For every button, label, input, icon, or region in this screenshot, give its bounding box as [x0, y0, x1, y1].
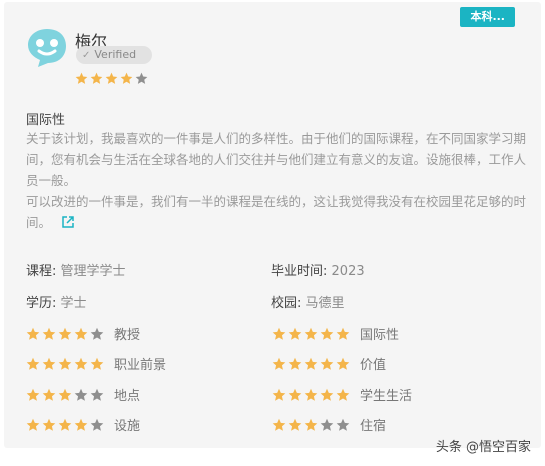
course-label: 课程:: [26, 264, 57, 279]
campus-detail: 校园: 马德里: [271, 292, 345, 311]
rating-student-life: 学生生活: [272, 385, 412, 404]
star-filled-icon: [304, 388, 318, 401]
star-filled-icon: [74, 357, 88, 370]
star-filled-icon: [288, 388, 302, 401]
star-filled-icon: [336, 357, 350, 370]
star-filled-icon: [320, 327, 334, 340]
star-filled-icon: [90, 72, 103, 84]
star-filled-icon: [320, 388, 334, 401]
course-detail: 课程: 管理学学士: [26, 260, 126, 279]
review-paragraph-2: 可以改进的一件事是，我们有一半的课程是在线的，这让我觉得我没有在校园里花足够的时…: [26, 191, 526, 233]
star-filled-icon: [26, 418, 40, 431]
avatar-icon: [26, 26, 68, 68]
review-title: 国际性: [26, 113, 66, 128]
star-filled-icon: [272, 357, 286, 370]
graduation-detail: 毕业时间: 2023: [271, 260, 365, 279]
star-filled-icon: [74, 418, 88, 431]
rating-label: 教授: [114, 328, 141, 343]
rating-facilities: 设施: [26, 415, 140, 434]
star-filled-icon: [75, 72, 88, 84]
star-filled-icon: [272, 327, 286, 340]
review-card: 本科... 梅尔 ✓ Verified 国际性 关于该计划，我最喜欢的一件事是人们…: [4, 2, 541, 448]
rating-label: 地点: [114, 389, 141, 404]
rating-stars: [272, 418, 350, 432]
degree-value: 学士: [60, 296, 87, 311]
verified-label: Verified: [94, 48, 137, 61]
star-filled-icon: [304, 418, 318, 431]
rating-accommodation: 住宿: [272, 415, 386, 434]
star-filled-icon: [42, 357, 56, 370]
rating-professors: 教授: [26, 324, 140, 343]
star-filled-icon: [42, 418, 56, 431]
star-empty-icon: [90, 327, 104, 340]
degree-detail: 学历: 学士: [26, 292, 87, 311]
rating-stars: [272, 388, 350, 402]
star-filled-icon: [120, 72, 133, 84]
external-link-icon[interactable]: [61, 215, 75, 229]
star-filled-icon: [105, 72, 118, 84]
star-filled-icon: [58, 388, 72, 401]
star-filled-icon: [336, 327, 350, 340]
rating-label: 国际性: [360, 328, 400, 343]
star-filled-icon: [304, 327, 318, 340]
star-filled-icon: [288, 357, 302, 370]
rating-label: 住宿: [360, 419, 387, 434]
star-empty-icon: [135, 72, 148, 84]
rating-stars: [26, 357, 104, 371]
watermark: 头条 @悟空百家: [435, 440, 531, 455]
star-filled-icon: [42, 327, 56, 340]
overall-rating-stars: [75, 72, 148, 85]
star-filled-icon: [58, 418, 72, 431]
star-empty-icon: [320, 418, 334, 431]
rating-stars: [26, 327, 104, 341]
star-empty-icon: [336, 418, 350, 431]
star-filled-icon: [288, 327, 302, 340]
star-filled-icon: [272, 418, 286, 431]
star-empty-icon: [90, 418, 104, 431]
graduation-value: 2023: [331, 264, 365, 279]
star-filled-icon: [42, 388, 56, 401]
star-filled-icon: [58, 327, 72, 340]
star-empty-icon: [74, 388, 88, 401]
check-icon: ✓: [82, 50, 91, 61]
star-filled-icon: [26, 327, 40, 340]
campus-value: 马德里: [305, 296, 345, 311]
rating-stars: [272, 327, 350, 341]
rating-value: 价值: [272, 354, 386, 373]
campus-label: 校园:: [271, 296, 302, 311]
verified-badge: ✓ Verified: [76, 46, 152, 64]
star-filled-icon: [90, 357, 104, 370]
review-paragraph-1: 关于该计划，我最喜欢的一件事是人们的多样性。由于他们的国际课程，在不同国家学习期…: [26, 131, 527, 188]
star-filled-icon: [26, 388, 40, 401]
course-value: 管理学学士: [60, 264, 126, 279]
rating-label: 设施: [114, 419, 141, 434]
star-filled-icon: [272, 388, 286, 401]
star-filled-icon: [58, 357, 72, 370]
rating-label: 职业前景: [114, 358, 167, 373]
star-filled-icon: [74, 327, 88, 340]
rating-stars: [272, 357, 350, 371]
rating-label: 学生生活: [360, 389, 413, 404]
star-filled-icon: [26, 357, 40, 370]
star-filled-icon: [288, 418, 302, 431]
star-filled-icon: [304, 357, 318, 370]
degree-tag[interactable]: 本科...: [460, 7, 515, 27]
star-empty-icon: [90, 388, 104, 401]
rating-stars: [26, 388, 104, 402]
graduation-label: 毕业时间:: [271, 264, 328, 279]
rating-label: 价值: [360, 358, 387, 373]
rating-location: 地点: [26, 385, 140, 404]
degree-label: 学历:: [26, 296, 57, 311]
rating-internationality: 国际性: [272, 324, 399, 343]
review-paragraph-2-text: 可以改进的一件事是，我们有一半的课程是在线的，这让我觉得我没有在校园里花足够的时…: [26, 194, 527, 230]
star-filled-icon: [320, 357, 334, 370]
rating-stars: [26, 418, 104, 432]
review-body: 关于该计划，我最喜欢的一件事是人们的多样性。由于他们的国际课程，在不同国家学习期…: [26, 128, 526, 233]
rating-career-prospects: 职业前景: [26, 354, 166, 373]
star-filled-icon: [336, 388, 350, 401]
overall-rating: [75, 70, 148, 89]
